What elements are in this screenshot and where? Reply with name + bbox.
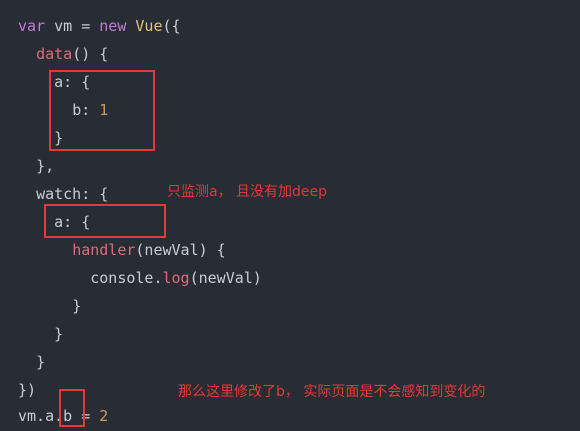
function-data: data	[36, 45, 73, 63]
code-line-1: var vm = new Vue({	[18, 12, 181, 40]
annotation-change-note: 那么这里修改了b， 实际页面是不会感知到变化的	[178, 384, 486, 400]
code-text: vm.a.	[18, 407, 64, 425]
code-text: },	[36, 157, 55, 175]
code-text: () {	[72, 45, 109, 63]
code-text: (newVal) {	[135, 241, 226, 259]
annotation-watch-note: 只监测a， 且没有加deep	[167, 184, 328, 200]
number-literal: 2	[99, 407, 109, 425]
code-text: }	[72, 297, 82, 315]
highlight-box-watch-a	[44, 204, 166, 238]
code-text: })	[18, 381, 37, 399]
code-line-10: console.log(newVal)	[18, 264, 262, 292]
highlight-box-b	[59, 389, 85, 427]
code-line-6: },	[18, 152, 54, 180]
highlight-box-data-a	[49, 70, 155, 151]
code-text: console.	[90, 269, 163, 287]
code-line-14: })	[18, 376, 36, 404]
code-line-12: }	[18, 320, 63, 348]
function-log: log	[162, 269, 190, 287]
code-line-2: data() {	[18, 40, 108, 68]
code-text: }	[36, 353, 46, 371]
class-vue: Vue	[135, 17, 163, 35]
code-line-13: }	[18, 348, 45, 376]
code-text: (newVal)	[189, 269, 262, 287]
function-handler: handler	[72, 241, 136, 259]
code-line-11: }	[18, 292, 81, 320]
code-text: ({	[162, 17, 181, 35]
code-text: watch: {	[36, 185, 109, 203]
code-line-9: handler(newVal) {	[18, 236, 226, 264]
code-text: vm =	[45, 17, 100, 35]
code-text: }	[54, 325, 64, 343]
keyword-new: new	[99, 17, 127, 35]
keyword-var: var	[18, 17, 46, 35]
